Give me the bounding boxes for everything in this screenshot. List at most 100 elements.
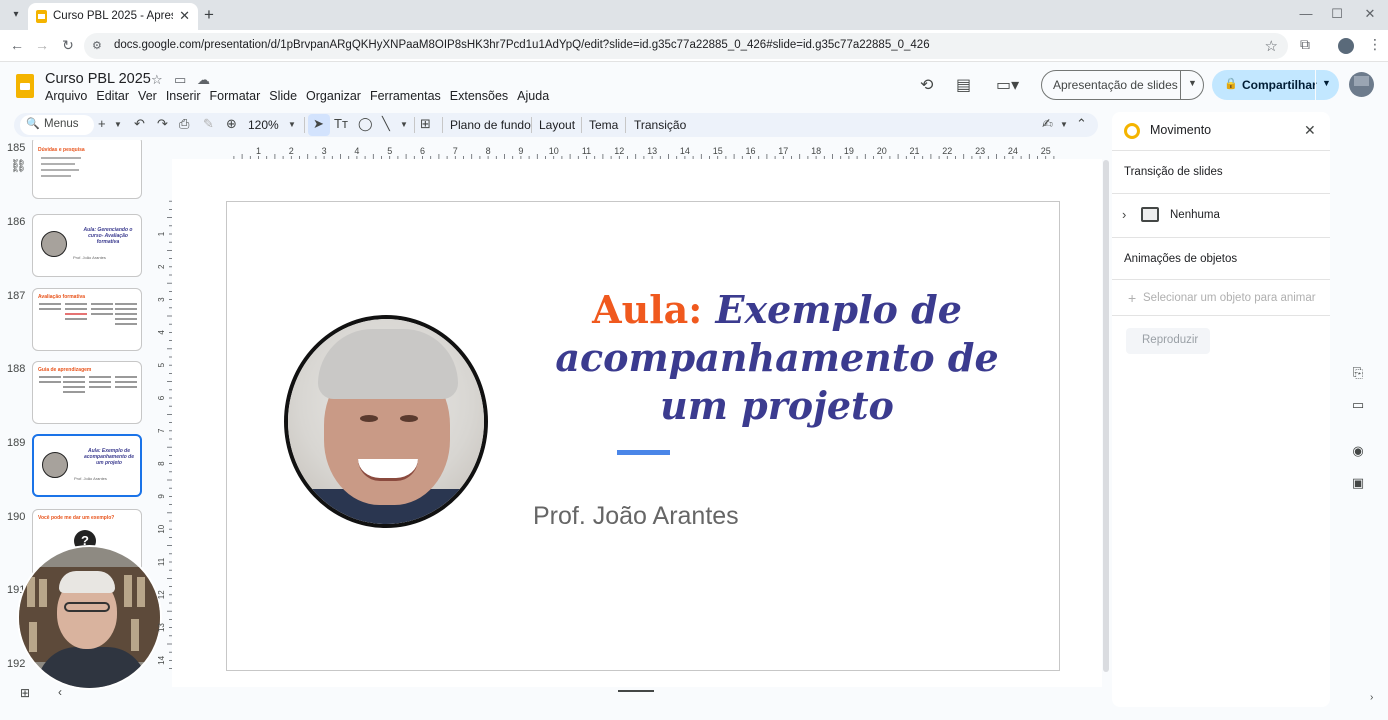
slide-thumb-189[interactable]: Aula: Exemplo de acompanhamento de um pr… <box>32 434 142 497</box>
bookmark-star-icon[interactable]: ☆ <box>1265 37 1278 55</box>
text-box-icon[interactable]: Tт <box>334 116 348 131</box>
slideshow-dropdown-icon[interactable]: ▼ <box>1188 78 1197 88</box>
select-cursor-icon[interactable]: ➤ <box>313 116 324 132</box>
pen-input-icon[interactable]: ✍ <box>1042 116 1053 132</box>
slide-thumb-188[interactable]: Guia de aprendizagem <box>32 361 142 424</box>
tab-search-icon[interactable]: ▾ <box>6 5 26 25</box>
menu-slide[interactable]: Slide <box>269 89 297 103</box>
new-tab-icon[interactable]: + <box>204 5 214 25</box>
menu-organizar[interactable]: Organizar <box>306 89 361 103</box>
omnibox[interactable]: ⚙ docs.google.com/presentation/d/1pBrvpa… <box>84 33 1288 59</box>
slide-title[interactable]: Aula: Exemplo de acompanhamento de um pr… <box>537 286 1017 430</box>
add-icon: + <box>1128 290 1137 306</box>
menu-ferramentas[interactable]: Ferramentas <box>370 89 441 103</box>
thumb-column <box>39 303 61 343</box>
tab-close-icon[interactable]: ✕ <box>179 8 190 24</box>
slide-canvas[interactable]: Aula: Exemplo de acompanhamento de um pr… <box>226 201 1060 671</box>
shape-icon[interactable]: ◯ <box>358 116 373 132</box>
line-dropdown-icon[interactable]: ▼ <box>400 120 408 129</box>
cloud-saved-icon[interactable]: ☁ <box>197 72 210 88</box>
slide-subtitle[interactable]: Prof. João Arantes <box>533 502 739 531</box>
presenter-portrait-image[interactable] <box>284 315 488 528</box>
add-animation-button[interactable]: Selecionar um objeto para animar <box>1143 292 1316 304</box>
expand-side-panel-icon[interactable]: › <box>1370 692 1373 703</box>
site-info-icon[interactable]: ⚙ <box>92 39 106 53</box>
zoom-dropdown-icon[interactable]: ▼ <box>288 120 296 129</box>
record-icon[interactable]: ◉ <box>1350 443 1366 459</box>
share-button[interactable]: 🔒 Compartilhar ▼ <box>1212 70 1339 100</box>
zoom-icon[interactable]: ⊕ <box>226 116 237 132</box>
keep-icon[interactable]: ⎘ <box>1350 365 1366 381</box>
menu-inserir[interactable]: Inserir <box>166 89 201 103</box>
move-folder-icon[interactable]: ▭ <box>174 72 186 88</box>
filmstrip-link-icon[interactable]: ⛓ <box>10 158 27 174</box>
forward-icon[interactable]: → <box>33 37 51 53</box>
back-icon[interactable]: ← <box>8 37 26 53</box>
toolbar-divider <box>581 117 582 133</box>
zoom-level[interactable]: 120% <box>248 118 279 132</box>
grid-view-icon[interactable]: ⊞ <box>20 686 30 700</box>
menu-ajuda[interactable]: Ajuda <box>517 89 549 103</box>
account-avatar[interactable] <box>1349 72 1374 97</box>
browser-menu-icon[interactable]: ⋮ <box>1368 36 1382 53</box>
redo-icon[interactable]: ↷ <box>157 116 168 132</box>
undo-icon[interactable]: ↶ <box>134 116 145 132</box>
minimize-icon[interactable]: — <box>1296 6 1316 21</box>
version-history-icon[interactable]: ⟲ <box>920 75 933 95</box>
panel-divider <box>1112 150 1330 151</box>
transition-button[interactable]: Transição <box>634 118 686 132</box>
meet-video-icon[interactable]: ▭▾ <box>996 75 1019 95</box>
layout-button[interactable]: Layout <box>539 118 575 132</box>
video-icon[interactable]: ▣ <box>1350 475 1366 491</box>
slides-logo-icon[interactable] <box>16 74 34 98</box>
motion-panel: Movimento ✕ Transição de slides › Nenhum… <box>1112 112 1330 707</box>
hide-menus-chevron-icon[interactable]: ⌃ <box>1076 116 1087 132</box>
line-icon[interactable]: ╲ <box>382 116 390 132</box>
folder-icon[interactable]: ▭ <box>1350 397 1366 413</box>
slide-thumb-185[interactable]: Dúvidas e pesquisa <box>32 140 142 199</box>
extensions-icon[interactable]: ⧉ <box>1300 36 1310 53</box>
new-slide-dropdown-icon[interactable]: ▼ <box>114 120 122 129</box>
paint-format-icon[interactable]: ✎ <box>203 116 214 132</box>
insert-comment-icon[interactable]: ⊞ <box>420 116 431 132</box>
url-text[interactable]: docs.google.com/presentation/d/1pBrvpanA… <box>114 39 930 51</box>
reload-icon[interactable]: ↻ <box>59 37 77 54</box>
slide-thumb-187[interactable]: Avaliação formativa <box>32 288 142 351</box>
accent-bar[interactable] <box>617 450 670 455</box>
menu-arquivo[interactable]: Arquivo <box>45 89 87 103</box>
collapse-filmstrip-icon[interactable]: ‹ <box>58 685 62 699</box>
maximize-icon[interactable]: ☐ <box>1327 6 1347 22</box>
share-dropdown-icon[interactable]: ▼ <box>1322 78 1331 88</box>
slideshow-button[interactable]: Apresentação de slides ▼ <box>1041 70 1204 100</box>
play-button[interactable]: Reproduzir <box>1126 328 1210 354</box>
star-icon[interactable]: ☆ <box>151 72 163 88</box>
menu-ver[interactable]: Ver <box>138 89 157 103</box>
document-title[interactable]: Curso PBL 2025 <box>45 71 151 87</box>
menu-search[interactable]: 🔍 Menus <box>20 115 94 135</box>
ruler-label: 4 <box>354 146 359 156</box>
share-split <box>1315 70 1316 100</box>
canvas-scrollbar[interactable] <box>1103 160 1109 672</box>
theme-button[interactable]: Tema <box>589 118 618 132</box>
window-close-icon[interactable]: ✕ <box>1360 6 1380 22</box>
background-button[interactable]: Plano de fundo <box>450 118 531 132</box>
menu-extensoes[interactable]: Extensões <box>450 89 508 103</box>
pen-dropdown-icon[interactable]: ▼ <box>1060 120 1068 129</box>
menu-formatar[interactable]: Formatar <box>210 89 261 103</box>
transition-preview-icon[interactable] <box>1141 207 1159 222</box>
transition-value[interactable]: Nenhuma <box>1170 209 1220 221</box>
thumb-column <box>65 303 87 343</box>
comments-icon[interactable]: ▤ <box>956 75 971 95</box>
speaker-notes-handle[interactable] <box>618 690 654 692</box>
browser-profile-avatar[interactable] <box>1338 38 1354 54</box>
slide-thumb-186[interactable]: Aula: Gerenciando o curso- Avaliação for… <box>32 214 142 277</box>
ruler-label: 17 <box>778 146 788 156</box>
browser-tab[interactable]: Curso PBL 2025 - Apresentaçõe ✕ <box>28 3 198 30</box>
menu-editar[interactable]: Editar <box>96 89 129 103</box>
ruler-label: 1 <box>256 146 261 156</box>
close-icon[interactable]: ✕ <box>1304 122 1316 139</box>
chevron-right-icon[interactable]: › <box>1122 207 1126 222</box>
thumb-title: Você pode me dar um exemplo? <box>38 515 115 521</box>
print-icon[interactable]: ⎙ <box>179 116 189 132</box>
new-slide-icon[interactable]: + <box>98 116 106 131</box>
